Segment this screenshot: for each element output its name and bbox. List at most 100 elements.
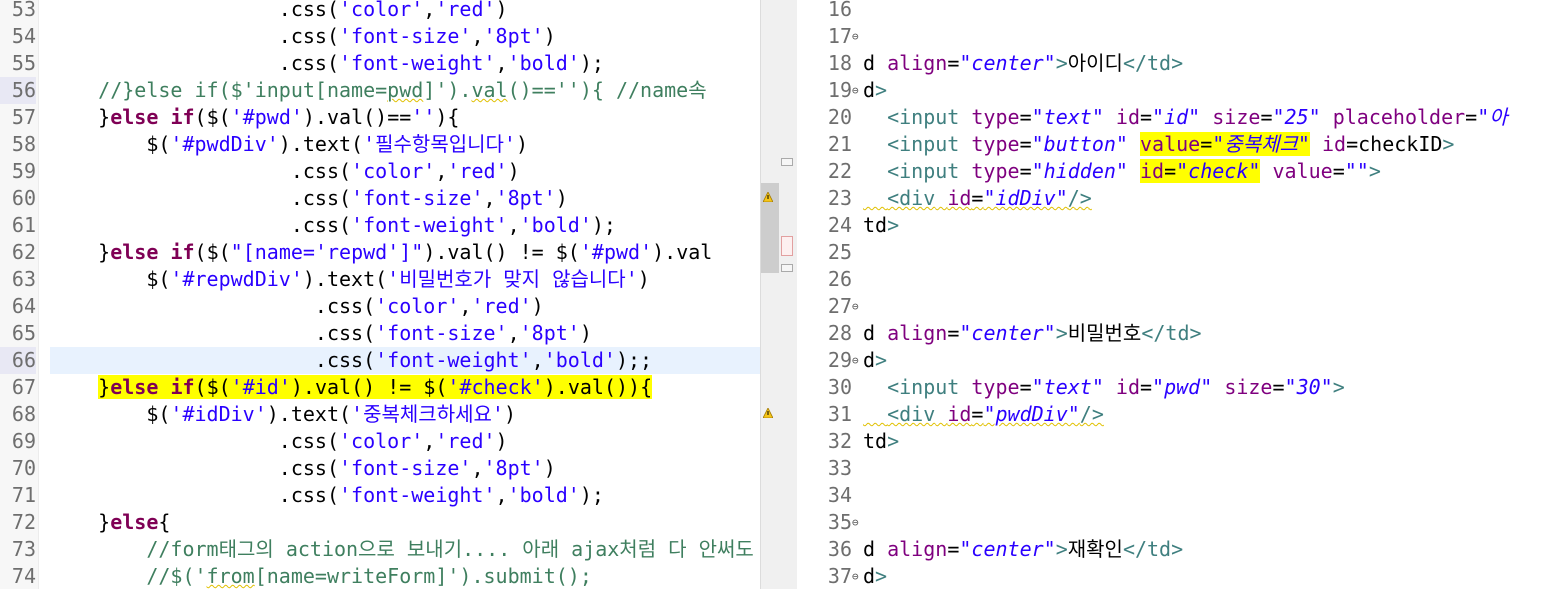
right-editor-pane[interactable]: 16 17 ⊖ 18 d align="center">아이디</td> 19 ⊖ d> 20 …	[797, 0, 1547, 589]
code-line[interactable]: 22 <input type="hidden" id="check" value…	[797, 158, 1547, 185]
code-line[interactable]: 20 <input type="text" id="id" size="25" …	[797, 104, 1547, 131]
code-line[interactable]: 36 d align="center">재확인</td>	[797, 536, 1547, 563]
code-text[interactable]: <input type="hidden" id="check" value=""…	[863, 158, 1381, 185]
overview-marker-current[interactable]	[781, 236, 793, 256]
code-text[interactable]: }else{	[50, 509, 170, 536]
code-text[interactable]: //form태그의 action으로 보내기.... 아래 ajax처럼 다 안…	[50, 536, 753, 563]
line-number: 62	[11, 240, 36, 264]
code-line[interactable]: 35 ⊖	[797, 509, 1547, 536]
warning-icon[interactable]	[763, 192, 773, 202]
code-line[interactable]: 66 .css('font-weight','bold');;	[0, 347, 760, 374]
code-text[interactable]: .css('font-weight','bold');	[50, 212, 616, 239]
code-line[interactable]: 21 <input type="button" value="중복체크" id=…	[797, 131, 1547, 158]
line-number: 74	[11, 564, 36, 588]
code-text[interactable]: $('#repwdDiv').text('비밀번호가 맞지 않습니다')	[50, 266, 649, 293]
code-line[interactable]: 63 $('#repwdDiv').text('비밀번호가 맞지 않습니다')	[0, 266, 760, 293]
left-editor-pane[interactable]: 53 .css('color','red') 54 .css('font-size…	[0, 0, 760, 589]
code-line[interactable]: 32 td>	[797, 428, 1547, 455]
code-text[interactable]: .css('font-size','8pt')	[50, 23, 556, 50]
code-line[interactable]: 19 ⊖ d>	[797, 77, 1547, 104]
code-text[interactable]: d>	[863, 563, 887, 589]
code-text[interactable]: $('#pwdDiv').text('필수항목입니다')	[50, 131, 528, 158]
fold-icon[interactable]: ⊖	[852, 347, 859, 374]
code-line[interactable]: 17 ⊖	[797, 23, 1547, 50]
code-line[interactable]: 56 //}else if($'input[name=pwd]').val()=…	[0, 77, 760, 104]
code-line[interactable]: 69 .css('color','red')	[0, 428, 760, 455]
code-text[interactable]: $('#idDiv').text('중복체크하세요')	[50, 401, 516, 428]
code-text[interactable]: d align="center">비밀번호</td>	[863, 320, 1202, 347]
code-text[interactable]: }else if($('#pwd').val()==''){	[50, 104, 459, 131]
fold-icon[interactable]: ⊖	[852, 509, 859, 536]
code-line[interactable]: 74 //$('from[name=writeForm]').submit();	[0, 563, 760, 589]
overview-marker[interactable]	[781, 264, 793, 272]
code-line[interactable]: 73 //form태그의 action으로 보내기.... 아래 ajax처럼 …	[0, 536, 760, 563]
code-line[interactable]: 55 .css('font-weight','bold');	[0, 50, 760, 77]
code-line[interactable]: 59 .css('color','red')	[0, 158, 760, 185]
code-text[interactable]: .css('font-weight','bold');	[50, 50, 604, 77]
code-text[interactable]: .css('font-size','8pt')	[50, 320, 592, 347]
code-text[interactable]: //$('from[name=writeForm]').submit();	[50, 563, 592, 589]
code-text[interactable]: d align="center">재확인</td>	[863, 536, 1183, 563]
code-line[interactable]: 28 d align="center">비밀번호</td>	[797, 320, 1547, 347]
code-line[interactable]: 70 .css('font-size','8pt')	[0, 455, 760, 482]
code-line[interactable]: 33	[797, 455, 1547, 482]
line-number: 69	[11, 429, 36, 453]
code-text[interactable]: d>	[863, 347, 887, 374]
line-number: 37	[827, 564, 852, 588]
fold-icon[interactable]: ⊖	[852, 77, 859, 104]
code-text[interactable]: <div id="pwdDiv"/>	[863, 401, 1104, 428]
code-line[interactable]: 60 .css('font-size','8pt')	[0, 185, 760, 212]
code-text[interactable]: td>	[863, 428, 899, 455]
code-line[interactable]: 65 .css('font-size','8pt')	[0, 320, 760, 347]
code-line[interactable]: 53 .css('color','red')	[0, 0, 760, 23]
code-text[interactable]: <div id="idDiv"/>	[863, 185, 1092, 212]
code-line[interactable]: 64 .css('color','red')	[0, 293, 760, 320]
line-number: 56	[0, 77, 36, 104]
code-line[interactable]: 23 <div id="idDiv"/>	[797, 185, 1547, 212]
code-text[interactable]: .css('font-size','8pt')	[50, 185, 568, 212]
code-text[interactable]: td>	[863, 212, 899, 239]
code-line[interactable]: 27 ⊖	[797, 293, 1547, 320]
code-text[interactable]: .css('color','red')	[50, 0, 508, 23]
warning-icon[interactable]	[763, 408, 773, 418]
code-line[interactable]: 71 .css('font-weight','bold');	[0, 482, 760, 509]
code-text[interactable]: <input type="text" id="id" size="25" pla…	[863, 104, 1508, 131]
code-line[interactable]: 62 }else if($("[name='repwd']").val() !=…	[0, 239, 760, 266]
code-text[interactable]: .css('color','red')	[50, 158, 520, 185]
vertical-scrollbar[interactable]	[760, 0, 799, 589]
code-text[interactable]: .css('font-weight','bold');;	[50, 347, 652, 374]
code-line[interactable]: 26	[797, 266, 1547, 293]
code-text[interactable]: .css('color','red')	[50, 293, 544, 320]
line-number: 57	[11, 105, 36, 129]
code-line[interactable]: 29 ⊖ d>	[797, 347, 1547, 374]
code-text[interactable]: }else if($("[name='repwd']").val() != $(…	[50, 239, 712, 266]
code-line[interactable]: 30 <input type="text" id="pwd" size="30"…	[797, 374, 1547, 401]
code-line[interactable]: 37 ⊖ d>	[797, 563, 1547, 589]
code-line[interactable]: 25	[797, 239, 1547, 266]
code-text[interactable]: d align="center">아이디</td>	[863, 50, 1183, 77]
code-text[interactable]: <input type="text" id="pwd" size="30">	[863, 374, 1345, 401]
code-line[interactable]: 34	[797, 482, 1547, 509]
code-line[interactable]: 54 .css('font-size','8pt')	[0, 23, 760, 50]
code-line[interactable]: 57 }else if($('#pwd').val()==''){	[0, 104, 760, 131]
code-text[interactable]: .css('font-size','8pt')	[50, 455, 556, 482]
code-line[interactable]: 72 }else{	[0, 509, 760, 536]
code-text[interactable]: .css('color','red')	[50, 428, 508, 455]
overview-marker[interactable]	[781, 158, 793, 166]
fold-icon[interactable]: ⊖	[852, 23, 859, 50]
code-text[interactable]: //}else if($'input[name=pwd]').val()==''…	[50, 77, 706, 104]
code-line[interactable]: 18 d align="center">아이디</td>	[797, 50, 1547, 77]
code-text[interactable]: .css('font-weight','bold');	[50, 482, 604, 509]
fold-icon[interactable]: ⊖	[852, 563, 859, 589]
code-line[interactable]: 31 <div id="pwdDiv"/>	[797, 401, 1547, 428]
code-text[interactable]: <input type="button" value="중복체크" id=che…	[863, 131, 1454, 158]
code-line[interactable]: 61 .css('font-weight','bold');	[0, 212, 760, 239]
code-line[interactable]: 58 $('#pwdDiv').text('필수항목입니다')	[0, 131, 760, 158]
code-line[interactable]: 24 td>	[797, 212, 1547, 239]
code-text[interactable]: }else if($('#id').val() != $('#check').v…	[50, 374, 653, 401]
code-line[interactable]: 68 $('#idDiv').text('중복체크하세요')	[0, 401, 760, 428]
code-line[interactable]: 67 }else if($('#id').val() != $('#check'…	[0, 374, 760, 401]
code-line[interactable]: 16	[797, 0, 1547, 23]
fold-icon[interactable]: ⊖	[852, 293, 859, 320]
code-text[interactable]: d>	[863, 77, 887, 104]
